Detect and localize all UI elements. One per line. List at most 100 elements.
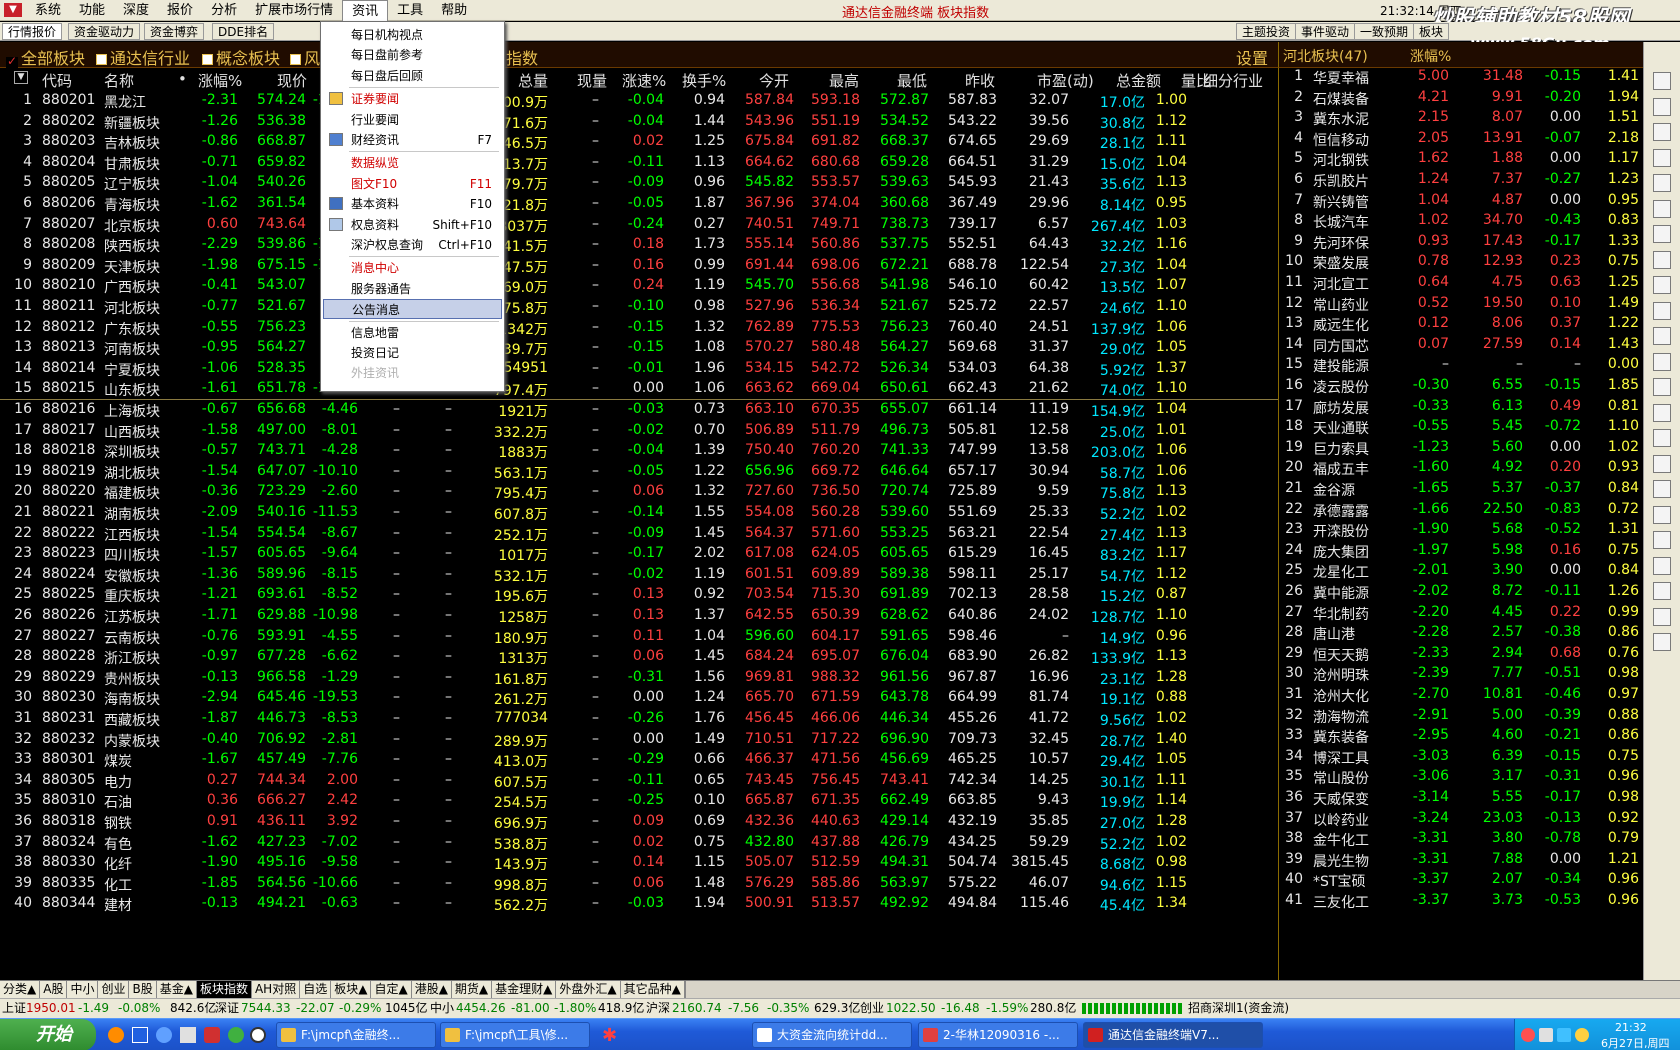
menu-item[interactable]: 证券要闻 <box>323 89 502 109</box>
member-row[interactable]: 15 建投能源 – – – 0.00 <box>1279 354 1644 376</box>
hand-icon[interactable] <box>1653 301 1671 320</box>
bottom-tab[interactable]: 港股▲ <box>412 981 452 999</box>
member-row[interactable]: 11 河北宣工 0.64 4.75 0.63 1.25 <box>1279 272 1644 294</box>
menu-analysis[interactable]: 分析 <box>202 0 246 21</box>
task-hualin[interactable]: 2-华林12090316 -... <box>918 1022 1078 1048</box>
col-header[interactable]: 涨速% <box>622 70 666 91</box>
filter-concept[interactable]: 概念板块 <box>202 45 280 69</box>
col-header[interactable]: 总金额 <box>1116 70 1161 91</box>
member-row[interactable]: 30 沧州明珠 -2.39 7.77 -0.51 0.98 <box>1279 663 1644 685</box>
col-header[interactable]: 现量 <box>577 70 607 91</box>
member-row[interactable]: 6 乐凯胶片 1.24 7.37 -0.27 1.23 <box>1279 169 1644 191</box>
table-row[interactable]: 15880215山东板块-1.61651.78-10.65––797.4万–0.… <box>0 378 1278 400</box>
table-row[interactable]: 8880208陕西板块-2.29539.86-12.6541.5万–0.181.… <box>0 234 1278 256</box>
tab-theme[interactable]: 主题投资 <box>1236 23 1297 40</box>
menu-item[interactable]: 数据纵览 <box>323 153 502 173</box>
table-row[interactable]: 18 880218 深圳板块 -0.57 743.71 -4.28 – – 1883万 – -0.0… <box>0 440 1278 462</box>
table-row[interactable]: 23 880223 四川板块 -1.57 605.65 -9.64 – – 1017万 – -0.1… <box>0 543 1278 565</box>
col-header[interactable]: 最高 <box>829 70 859 91</box>
table-row[interactable]: 11880211河北板块-0.77521.67-4.0575.8万–-0.100… <box>0 296 1278 318</box>
col-header[interactable]: 昨收 <box>965 70 995 91</box>
col-header[interactable]: 今开 <box>759 70 789 91</box>
tab-consensus[interactable]: 一致预期 <box>1354 23 1415 40</box>
member-row[interactable]: 35 常山股份 -3.06 3.17 -0.31 0.96 <box>1279 766 1644 788</box>
table-row[interactable]: 19 880219 湖北板块 -1.54 647.07 -10.10 – – 563.1万 – -0… <box>0 461 1278 483</box>
table-row[interactable]: 31 880231 西藏板块 -1.87 446.73 -8.53 – – 777034 – -0.… <box>0 708 1278 730</box>
server-name[interactable]: 招商深圳1(资金流) <box>1188 999 1289 1018</box>
menu-depth[interactable]: 深度 <box>114 0 158 21</box>
sort-icon[interactable]: ▼ <box>14 71 28 84</box>
table-row[interactable]: 6880206青海板块-1.62361.54-5.9521.8万–-0.051.… <box>0 193 1278 215</box>
col-header[interactable]: 总量 <box>518 70 548 91</box>
menu-help[interactable]: 帮助 <box>432 0 476 21</box>
network-icon[interactable] <box>1557 1028 1571 1042</box>
chart-line-icon[interactable] <box>1653 225 1671 243</box>
bottom-tab[interactable]: 期货▲ <box>452 981 493 999</box>
arrow-icon[interactable] <box>1653 454 1671 473</box>
table-row[interactable]: 20 880220 福建板块 -0.36 723.29 -2.60 – – 795.4万 – 0.0… <box>0 481 1278 503</box>
task-folder-1[interactable]: F:\jmcpf\金融终... <box>276 1022 436 1048</box>
table-row[interactable]: 14880214宁夏板块-1.06528.35-5.68––754951–-0.… <box>0 358 1278 380</box>
table-row[interactable]: 3880203吉林板块-0.86668.87-5.7846.5万–0.021.2… <box>0 131 1278 153</box>
filter-all[interactable]: ✓ 全部板块 <box>6 45 85 69</box>
table-row[interactable]: 39 880335 化工 -1.85 564.56 -10.66 – – 998.8万 – 0.06… <box>0 873 1278 895</box>
bottom-tab[interactable]: 基金▲ <box>157 981 197 999</box>
table-row[interactable]: 32 880232 内蒙板块 -0.40 706.92 -2.81 – – 289.9万 – 0.0… <box>0 729 1278 751</box>
col-header[interactable]: 现价 <box>277 70 307 91</box>
menu-item[interactable]: 服务器通告 <box>323 279 502 299</box>
member-row[interactable]: 13 威远生化 0.12 8.06 0.37 1.22 <box>1279 313 1644 335</box>
menu-item[interactable]: 公告消息 <box>323 299 502 320</box>
tab-fund-game[interactable]: 资金博弈 <box>144 23 205 40</box>
tab-sector[interactable]: 板块 <box>1413 23 1450 40</box>
explorer-icon[interactable] <box>132 1027 148 1043</box>
tray-icon[interactable] <box>1521 1028 1535 1042</box>
bottom-tab[interactable]: 其它品种▲ <box>621 981 685 999</box>
list-icon[interactable] <box>1653 174 1671 192</box>
table-row[interactable]: 12880212广东板块-0.55756.23-4.17––1342万–-0.1… <box>0 317 1278 339</box>
tab-dde[interactable]: DDE排名 <box>212 23 275 40</box>
bottom-tab[interactable]: 中小 <box>67 981 99 999</box>
bottom-tab[interactable]: B股 <box>129 981 157 999</box>
block-icon[interactable] <box>250 1027 266 1043</box>
col-header[interactable]: 换手% <box>682 70 726 91</box>
menu-item[interactable]: 每日盘后回顾 <box>323 66 502 86</box>
table-row[interactable]: 24 880224 安徽板块 -1.36 589.96 -8.15 – – 532.1万 – -0.… <box>0 564 1278 586</box>
stack-icon[interactable] <box>1653 480 1671 498</box>
member-row[interactable]: 16 凌云股份 -0.30 6.55 -0.15 1.85 <box>1279 375 1644 397</box>
bottom-tab[interactable]: 分类▲ <box>0 981 41 999</box>
menu-item[interactable]: 深沪权息查询 Ctrl+F10 <box>323 235 502 255</box>
col-header[interactable]: 代码 <box>42 70 72 91</box>
member-row[interactable]: 41 三友化工 -3.37 3.73 -0.53 0.96 <box>1279 890 1644 912</box>
member-row[interactable]: 38 金牛化工 -3.31 3.80 -0.78 0.79 <box>1279 828 1644 850</box>
chrome-icon[interactable] <box>228 1027 244 1043</box>
menu-item[interactable]: 基本资料 F10 <box>323 194 502 214</box>
menu-item[interactable]: 信息地雷 <box>323 323 502 343</box>
member-row[interactable]: 33 冀东装备 -2.95 4.60 -0.21 0.86 <box>1279 725 1644 747</box>
ellipse-icon[interactable] <box>1653 531 1671 549</box>
table-row[interactable]: 37 880324 有色 -1.62 427.23 -7.02 – – 538.8万 – 0.02 0… <box>0 832 1278 854</box>
table-row[interactable]: 25 880225 重庆板块 -1.21 693.61 -8.52 – – 195.6万 – 0.1… <box>0 584 1278 606</box>
member-row[interactable]: 10 荣盛发展 0.78 12.93 0.23 0.75 <box>1279 251 1644 273</box>
menu-item[interactable]: 每日机构视点 <box>323 25 502 45</box>
member-row[interactable]: 27 华北制药 -2.20 4.45 0.22 0.99 <box>1279 602 1644 624</box>
member-row[interactable]: 7 新兴铸管 1.04 4.87 0.00 0.95 <box>1279 190 1644 212</box>
member-row[interactable]: 25 龙星化工 -2.01 3.90 0.00 0.84 <box>1279 560 1644 582</box>
edit-icon[interactable] <box>1653 556 1671 575</box>
member-row[interactable]: 36 天威保变 -3.14 5.55 -0.17 0.98 <box>1279 787 1644 809</box>
money-icon[interactable] <box>1653 582 1671 600</box>
table-row[interactable]: 36 880318 钢铁 0.91 436.11 3.92 – – 696.9万 – 0.09 0.6… <box>0 811 1278 833</box>
table-row[interactable]: 7880207北京板块0.60743.644.478037万–-0.240.27… <box>0 214 1278 236</box>
right-col-pct[interactable]: 涨幅% <box>1410 46 1451 66</box>
member-row[interactable]: 40 *ST宝硕 -3.37 2.07 -0.34 0.96 <box>1279 869 1644 891</box>
pct-icon[interactable] <box>1653 378 1671 396</box>
member-row[interactable]: 1 华夏幸福 5.00 31.48 -0.15 1.41 <box>1279 66 1644 88</box>
member-row[interactable]: 28 唐山港 -2.28 2.57 -0.38 0.86 <box>1279 622 1644 644</box>
tab-event[interactable]: 事件驱动 <box>1295 23 1356 40</box>
table-row[interactable]: 5880205辽宁板块-1.04540.26-5.6779.7万–-0.090.… <box>0 172 1278 194</box>
bottom-tab[interactable]: 板块▲ <box>331 981 372 999</box>
menu-item[interactable]: 图文F10 F11 <box>323 174 502 194</box>
notepad-icon[interactable] <box>180 1027 196 1043</box>
dice-icon[interactable] <box>1653 607 1671 626</box>
grid-icon[interactable] <box>1653 123 1671 141</box>
menu-news[interactable]: 资讯 <box>342 0 389 21</box>
